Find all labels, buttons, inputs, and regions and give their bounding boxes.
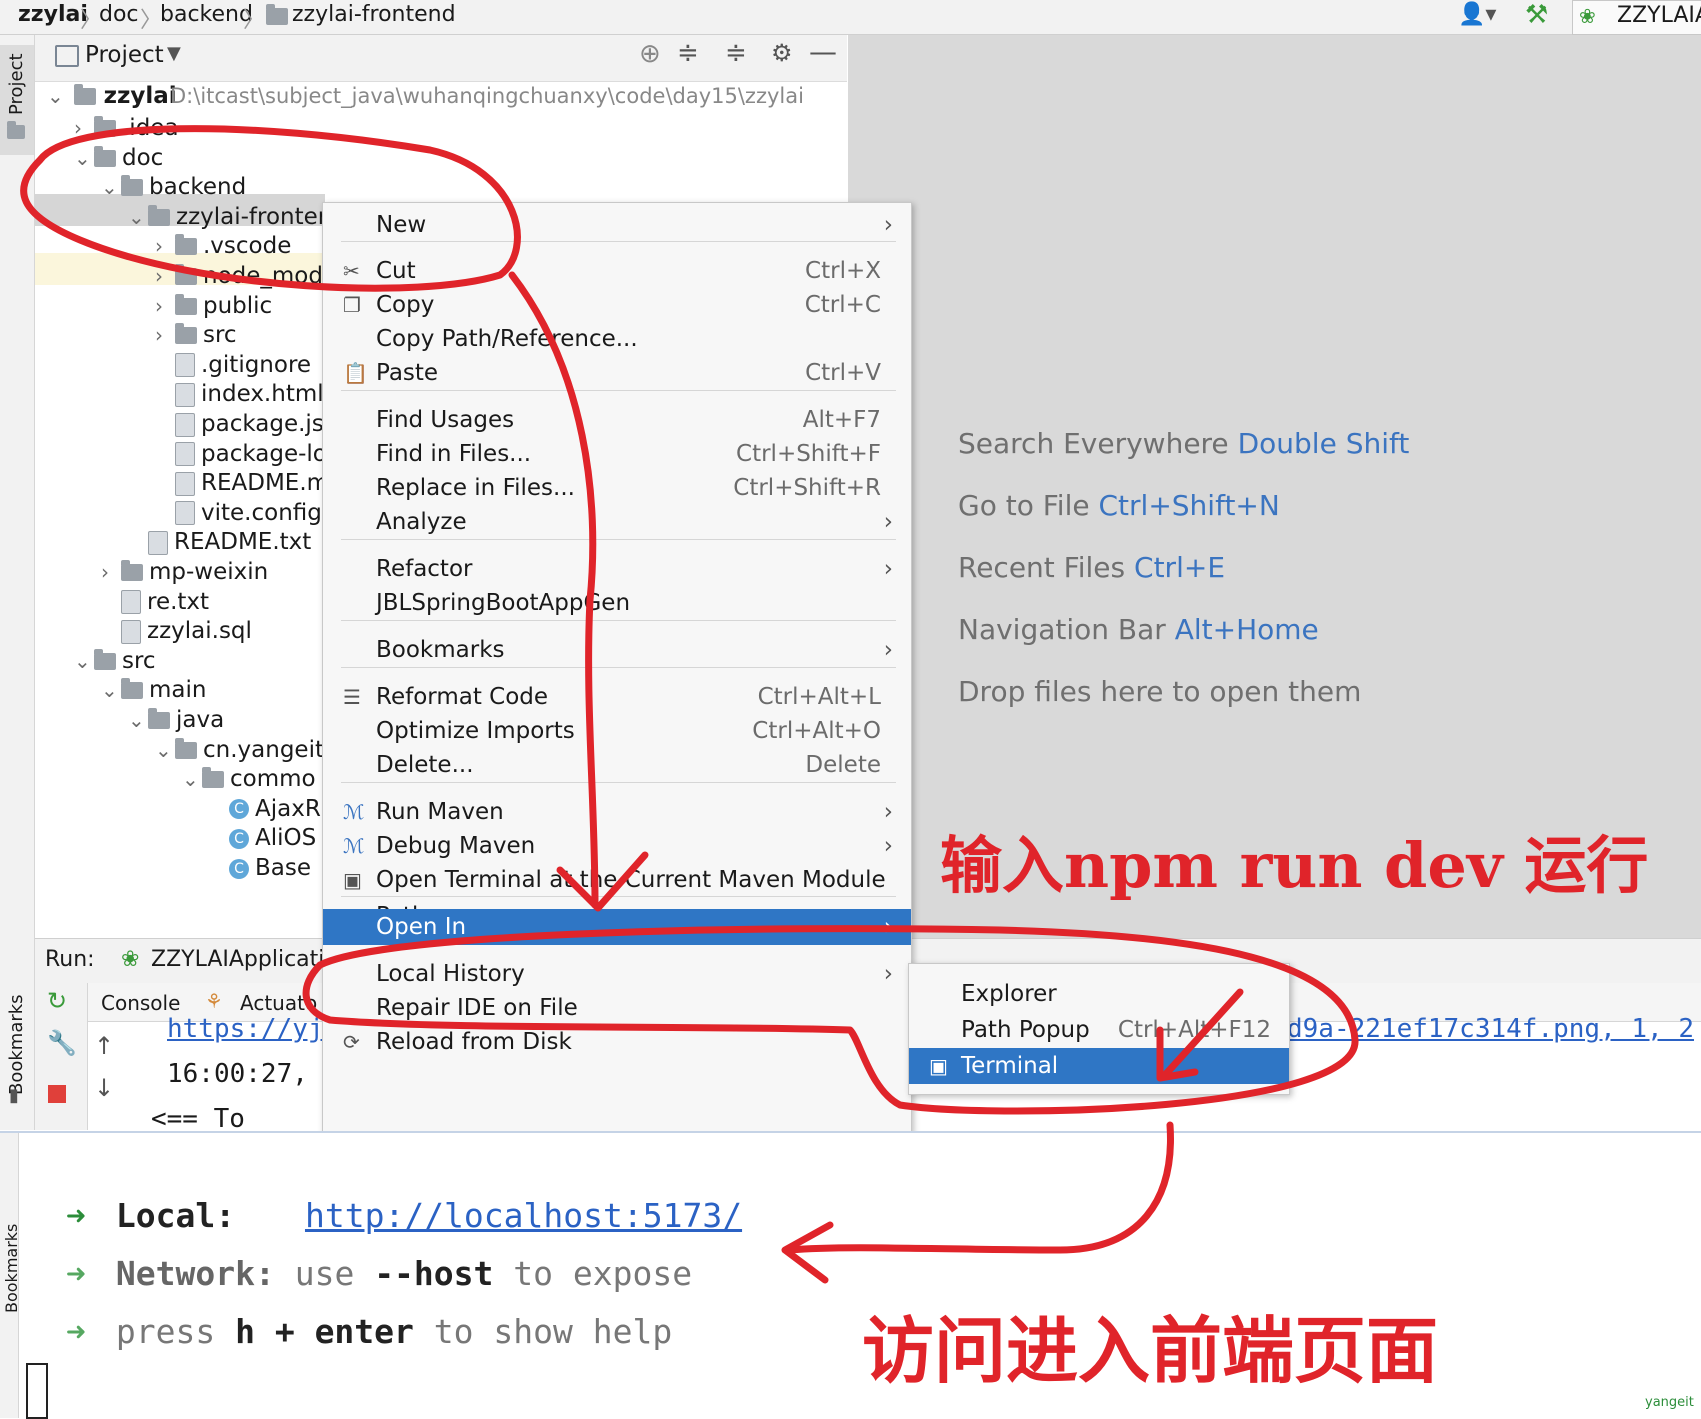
watermark: yangeit [1645,1395,1694,1410]
annotation-visit-hint: 访问进入前端页面 [862,1309,1439,1393]
annotation-layer [20,125,1359,1284]
annotation-ellipse-path [20,125,521,292]
annotation-left-arrowhead [781,1221,834,1284]
annotation-open-in-loop [302,925,1359,1115]
annotation-arrowhead [556,851,649,912]
annotation-curve-arrow [508,271,599,909]
annotation-down-curve [786,1121,1174,1254]
annotation-terminal-arrow [1161,988,1244,1079]
annotation-run-hint: 输入npm run dev 运行 [940,829,1649,902]
